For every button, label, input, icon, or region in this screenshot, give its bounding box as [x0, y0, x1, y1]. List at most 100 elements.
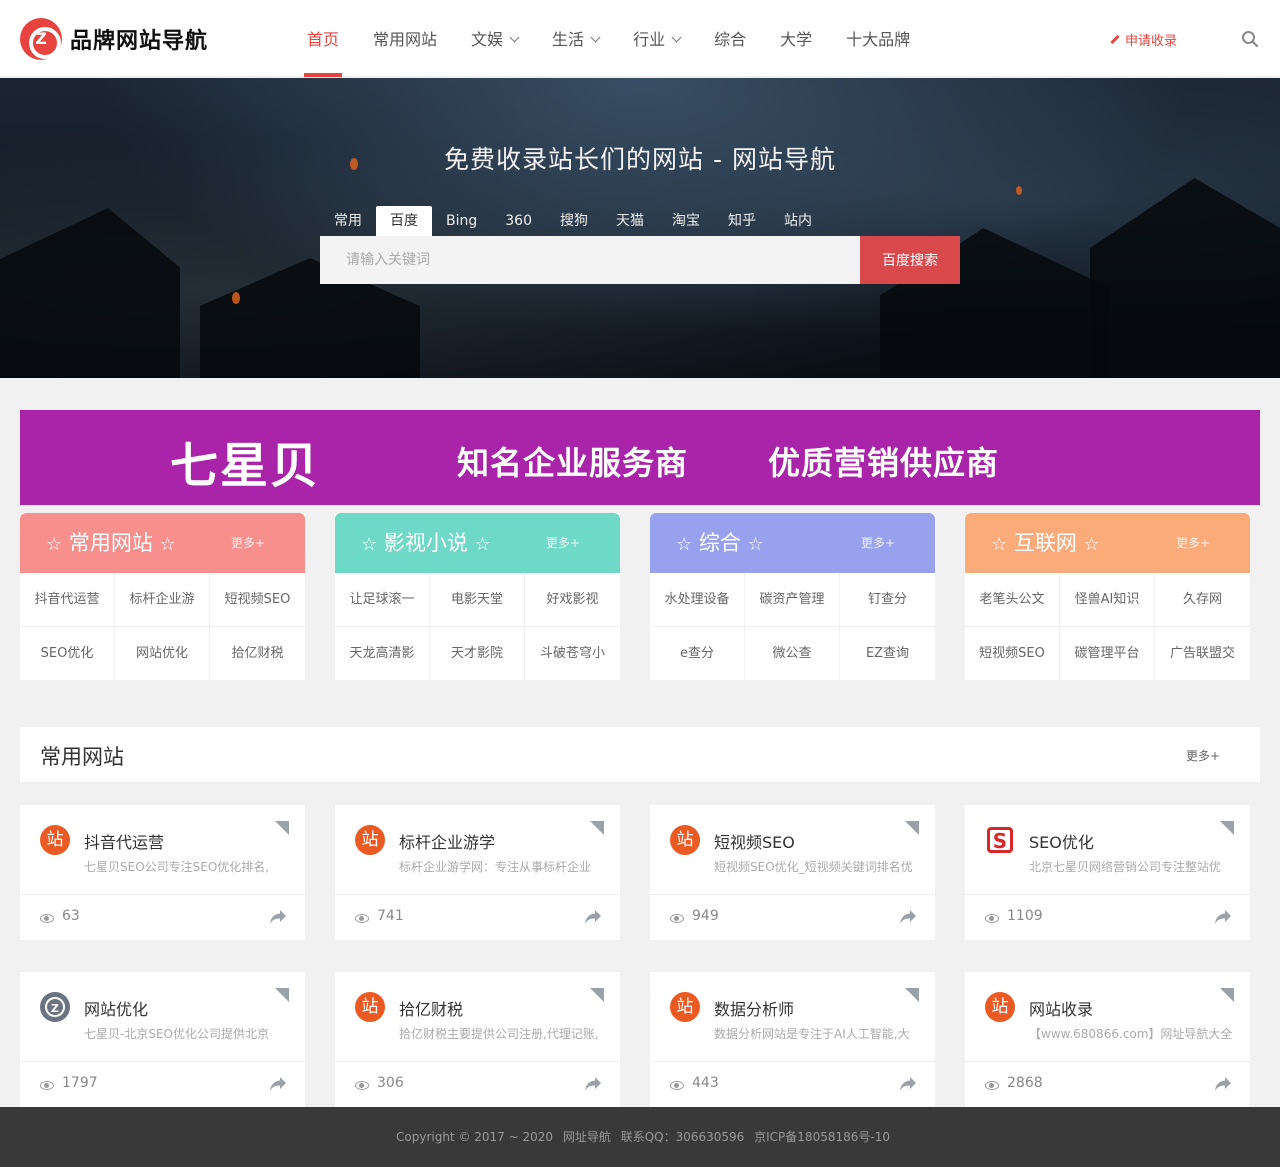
site-name: 短视频SEO [714, 833, 795, 852]
engine-tab[interactable]: 常用 [320, 206, 376, 236]
site-card-body[interactable]: 站 抖音代运营 七星贝SEO公司专注SEO优化排名, [20, 805, 305, 895]
nav-item[interactable]: 常用网站 [356, 0, 454, 77]
corner-marker-icon [1220, 988, 1234, 1002]
category-link[interactable]: 让足球滚一 [335, 573, 430, 627]
footer-site-link[interactable]: 网址导航 [563, 1130, 611, 1144]
nav-item-label: 生活 [552, 30, 585, 49]
category-link[interactable]: 水处理设备 [650, 573, 745, 627]
category-link[interactable]: 怪兽AI知识 [1060, 573, 1155, 627]
site-card-body[interactable]: Z 网站优化 七星贝-北京SEO优化公司提供北京 [20, 972, 305, 1062]
category-more-link[interactable]: 更多+ [546, 534, 580, 551]
search-input[interactable] [320, 236, 860, 284]
ad-banner[interactable]: 七星贝 知名企业服务商 优质营销供应商 [20, 410, 1260, 505]
site-card[interactable]: 站 短视频SEO 短视频SEO优化_短视频关键词排名优 949 [650, 805, 935, 940]
site-card[interactable]: 站 标杆企业游学 标杆企业游学网：专注从事标杆企业 741 [335, 805, 620, 940]
category-link[interactable]: 广告联盟交 [1155, 627, 1250, 681]
category-link[interactable]: 钉查分 [840, 573, 935, 627]
site-card-footer: 741 [335, 895, 620, 940]
engine-tab[interactable]: 天猫 [602, 206, 658, 236]
category-title[interactable]: ☆ 影视小说 ☆ [361, 527, 491, 557]
site-card[interactable]: 站 拾亿财税 拾亿财税主要提供公司注册,代理记账, 306 [335, 972, 620, 1107]
category-link[interactable]: 标杆企业游 [115, 573, 210, 627]
category-link[interactable]: 微公查 [745, 627, 840, 681]
share-icon[interactable] [899, 1076, 917, 1092]
category-link[interactable]: 短视频SEO [210, 573, 305, 627]
section-more-link[interactable]: 更多+ [1186, 747, 1220, 764]
category-link[interactable]: 久存网 [1155, 573, 1250, 627]
engine-tab[interactable]: 站内 [770, 206, 826, 236]
nav-item[interactable]: 大学 [763, 0, 829, 77]
share-icon[interactable] [269, 909, 287, 925]
nav-item[interactable]: 首页 [290, 0, 356, 77]
category-link[interactable]: 天才影院 [430, 627, 525, 681]
category-link[interactable]: 电影天堂 [430, 573, 525, 627]
nav-item[interactable]: 综合 [697, 0, 763, 77]
engine-tab[interactable]: Bing [432, 206, 491, 236]
engine-tab[interactable]: 淘宝 [658, 206, 714, 236]
engine-tab[interactable]: 搜狗 [546, 206, 602, 236]
share-icon[interactable] [1214, 1076, 1232, 1092]
site-description: 七星贝-北京SEO优化公司提供北京 [84, 1027, 269, 1041]
site-card-footer: 1109 [965, 895, 1250, 940]
engine-tab[interactable]: 百度 [376, 206, 432, 236]
category-link[interactable]: 抖音代运营 [20, 573, 115, 627]
nav-item[interactable]: 文娱 [454, 0, 535, 77]
site-card[interactable]: 站 数据分析师 数据分析网站是专注于AI人工智能,大 443 [650, 972, 935, 1107]
site-card-body[interactable]: 站 拾亿财税 拾亿财税主要提供公司注册,代理记账, [335, 972, 620, 1062]
category-link[interactable]: SEO优化 [20, 627, 115, 681]
view-count: 1109 [1007, 908, 1043, 924]
category-link[interactable]: 斗破苍穹小 [525, 627, 620, 681]
share-icon[interactable] [1214, 909, 1232, 925]
site-favicon-glyph: 站 [676, 830, 694, 850]
category-more-link[interactable]: 更多+ [861, 534, 895, 551]
nav-item[interactable]: 十大品牌 [829, 0, 927, 77]
site-card[interactable]: 站 抖音代运营 七星贝SEO公司专注SEO优化排名, 63 [20, 805, 305, 940]
category-link[interactable]: 网站优化 [115, 627, 210, 681]
category-link[interactable]: 碳管理平台 [1060, 627, 1155, 681]
share-icon[interactable] [899, 909, 917, 925]
category-title[interactable]: ☆ 互联网 ☆ [991, 527, 1100, 557]
footer-icp-link[interactable]: 京ICP备18058186号-10 [754, 1130, 890, 1144]
site-card[interactable]: 站 网站收录 【www.680866.com】网址导航大全 2868 [965, 972, 1250, 1107]
category-title[interactable]: ☆ 综合 ☆ [676, 527, 764, 557]
site-favicon-icon: 站 [40, 825, 70, 855]
category-title[interactable]: ☆ 常用网站 ☆ [46, 527, 176, 557]
share-icon[interactable] [584, 909, 602, 925]
search-icon[interactable] [1241, 30, 1259, 48]
category-link[interactable]: 老笔头公文 [965, 573, 1060, 627]
share-icon[interactable] [269, 1076, 287, 1092]
engine-tab[interactable]: 360 [491, 206, 546, 236]
category-link[interactable]: EZ查询 [840, 627, 935, 681]
site-card-body[interactable]: 站 数据分析师 数据分析网站是专注于AI人工智能,大 [650, 972, 935, 1062]
site-card[interactable]: S SEO优化 北京七星贝网络营销公司专注整站优 1109 [965, 805, 1250, 940]
view-count: 949 [692, 908, 719, 924]
engine-tab[interactable]: 知乎 [714, 206, 770, 236]
category-link[interactable]: 天龙高清影 [335, 627, 430, 681]
category-link[interactable]: 好戏影视 [525, 573, 620, 627]
eye-icon [40, 914, 54, 923]
star-icon: ☆ [361, 534, 378, 555]
category-more-link[interactable]: 更多+ [1176, 534, 1210, 551]
nav-item[interactable]: 生活 [535, 0, 616, 77]
nav-item[interactable]: 行业 [616, 0, 697, 77]
category-link[interactable]: 拾亿财税 [210, 627, 305, 681]
search-button[interactable]: 百度搜索 [860, 236, 960, 284]
brand-logo[interactable]: 品牌网站导航 [20, 16, 208, 62]
category-link[interactable]: 短视频SEO [965, 627, 1060, 681]
site-card[interactable]: Z 网站优化 七星贝-北京SEO优化公司提供北京 1797 [20, 972, 305, 1107]
site-card-body[interactable]: 站 标杆企业游学 标杆企业游学网：专注从事标杆企业 [335, 805, 620, 895]
category-title-text: 影视小说 [383, 531, 468, 555]
apply-listing-link[interactable]: 申请收录 [1110, 30, 1177, 49]
category-more-link[interactable]: 更多+ [231, 534, 265, 551]
category-link[interactable]: 碳资产管理 [745, 573, 840, 627]
share-icon[interactable] [584, 1076, 602, 1092]
site-description: 北京七星贝网络营销公司专注整站优 [1029, 860, 1222, 874]
star-icon: ☆ [46, 534, 63, 555]
category-link[interactable]: e查分 [650, 627, 745, 681]
site-card-body[interactable]: 站 网站收录 【www.680866.com】网址导航大全 [965, 972, 1250, 1062]
site-card-body[interactable]: S SEO优化 北京七星贝网络营销公司专注整站优 [965, 805, 1250, 895]
site-card-body[interactable]: 站 短视频SEO 短视频SEO优化_短视频关键词排名优 [650, 805, 935, 895]
banner-slogan: 知名企业服务商 [457, 444, 689, 482]
eye-icon [670, 1081, 684, 1090]
site-card-footer: 2868 [965, 1062, 1250, 1107]
